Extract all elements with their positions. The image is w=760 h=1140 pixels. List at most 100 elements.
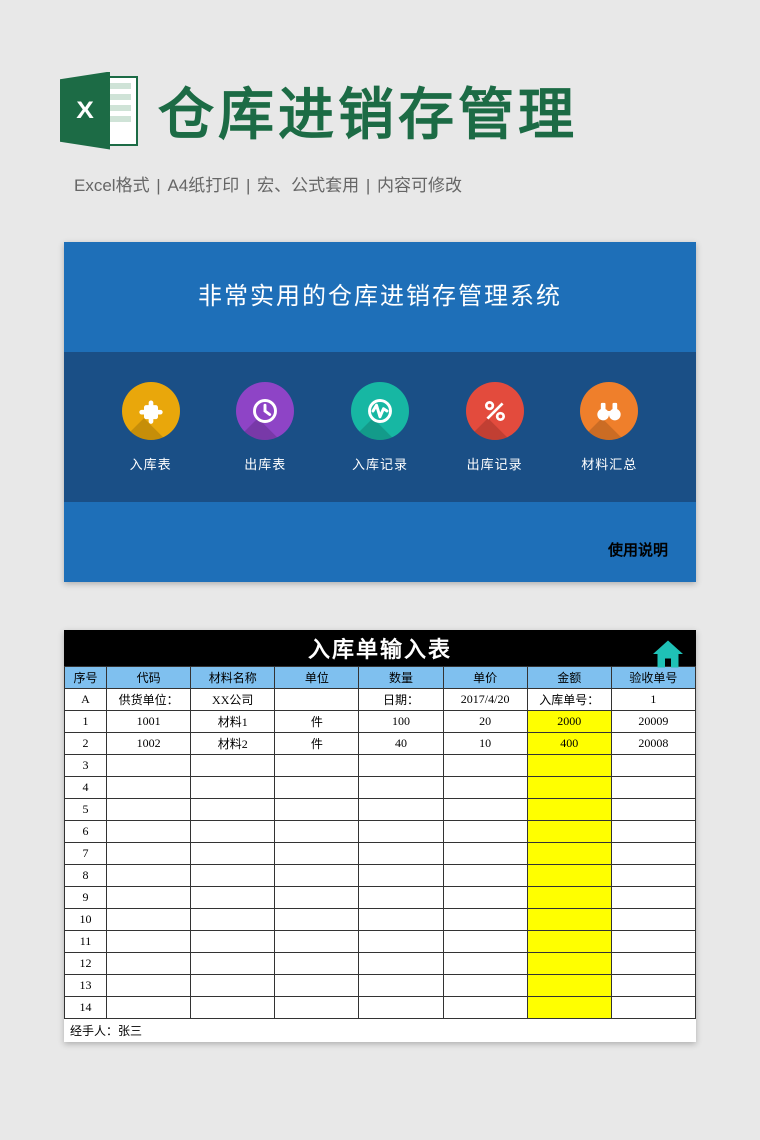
- cell[interactable]: [443, 909, 527, 931]
- cell[interactable]: [527, 755, 611, 777]
- cell[interactable]: [275, 755, 359, 777]
- cell[interactable]: [359, 997, 443, 1019]
- cell[interactable]: [443, 755, 527, 777]
- cell[interactable]: [275, 865, 359, 887]
- menu-item-material-summary[interactable]: 材料汇总: [561, 382, 657, 473]
- cell[interactable]: [275, 821, 359, 843]
- cell[interactable]: [527, 799, 611, 821]
- cell[interactable]: [107, 799, 191, 821]
- home-icon[interactable]: [650, 636, 686, 672]
- cell[interactable]: [611, 799, 695, 821]
- cell[interactable]: [359, 843, 443, 865]
- cell[interactable]: 3: [65, 755, 107, 777]
- cell[interactable]: [107, 821, 191, 843]
- table-row[interactable]: 10: [65, 909, 696, 931]
- cell[interactable]: [191, 997, 275, 1019]
- cell[interactable]: [527, 821, 611, 843]
- cell[interactable]: 件: [275, 733, 359, 755]
- cell[interactable]: [359, 953, 443, 975]
- cell[interactable]: [611, 755, 695, 777]
- table-row[interactable]: 9: [65, 887, 696, 909]
- cell[interactable]: [527, 975, 611, 997]
- cell[interactable]: [191, 821, 275, 843]
- cell[interactable]: [191, 887, 275, 909]
- cell[interactable]: [527, 909, 611, 931]
- table-row[interactable]: 11001材料1件10020200020009: [65, 711, 696, 733]
- cell[interactable]: [191, 777, 275, 799]
- cell[interactable]: [275, 953, 359, 975]
- cell[interactable]: 8: [65, 865, 107, 887]
- cell[interactable]: [191, 953, 275, 975]
- cell[interactable]: 20009: [611, 711, 695, 733]
- cell[interactable]: [527, 843, 611, 865]
- cell[interactable]: [443, 997, 527, 1019]
- cell[interactable]: 13: [65, 975, 107, 997]
- cell[interactable]: [443, 931, 527, 953]
- table-row[interactable]: 13: [65, 975, 696, 997]
- table-row[interactable]: 5: [65, 799, 696, 821]
- help-link[interactable]: 使用说明: [608, 539, 668, 560]
- cell[interactable]: [443, 821, 527, 843]
- cell[interactable]: [527, 953, 611, 975]
- menu-item-inbound-log[interactable]: 入库记录: [332, 382, 428, 473]
- date-value[interactable]: 2017/4/20: [443, 689, 527, 711]
- menu-item-inbound[interactable]: 入库表: [103, 382, 199, 473]
- cell[interactable]: [275, 777, 359, 799]
- cell[interactable]: 7: [65, 843, 107, 865]
- cell[interactable]: [275, 799, 359, 821]
- table-row[interactable]: 8: [65, 865, 696, 887]
- cell[interactable]: [611, 865, 695, 887]
- cell[interactable]: [611, 953, 695, 975]
- cell[interactable]: [107, 887, 191, 909]
- cell[interactable]: [191, 975, 275, 997]
- cell[interactable]: [443, 887, 527, 909]
- cell[interactable]: [191, 755, 275, 777]
- cell[interactable]: [191, 799, 275, 821]
- cell[interactable]: [107, 997, 191, 1019]
- cell[interactable]: [275, 887, 359, 909]
- cell[interactable]: [107, 909, 191, 931]
- cell[interactable]: [107, 953, 191, 975]
- cell[interactable]: [527, 997, 611, 1019]
- cell[interactable]: 材料1: [191, 711, 275, 733]
- cell[interactable]: [527, 887, 611, 909]
- cell[interactable]: [191, 865, 275, 887]
- table-row[interactable]: 11: [65, 931, 696, 953]
- cell[interactable]: [359, 777, 443, 799]
- cell[interactable]: [359, 931, 443, 953]
- cell[interactable]: [191, 931, 275, 953]
- cell[interactable]: 1: [65, 711, 107, 733]
- table-row[interactable]: 21002材料2件401040020008: [65, 733, 696, 755]
- docno-value[interactable]: 1: [611, 689, 695, 711]
- cell[interactable]: [359, 821, 443, 843]
- cell[interactable]: 100: [359, 711, 443, 733]
- cell[interactable]: 20: [443, 711, 527, 733]
- cell[interactable]: [611, 975, 695, 997]
- cell[interactable]: 10: [443, 733, 527, 755]
- cell[interactable]: 14: [65, 997, 107, 1019]
- cell[interactable]: 4: [65, 777, 107, 799]
- cell[interactable]: 11: [65, 931, 107, 953]
- cell[interactable]: [107, 975, 191, 997]
- table-row[interactable]: 7: [65, 843, 696, 865]
- cell[interactable]: [611, 997, 695, 1019]
- cell[interactable]: [443, 777, 527, 799]
- supplier-value[interactable]: XX公司: [191, 689, 275, 711]
- cell[interactable]: 10: [65, 909, 107, 931]
- cell[interactable]: [275, 843, 359, 865]
- cell[interactable]: [611, 887, 695, 909]
- cell[interactable]: [443, 843, 527, 865]
- cell[interactable]: 1001: [107, 711, 191, 733]
- cell[interactable]: [107, 755, 191, 777]
- cell[interactable]: [611, 777, 695, 799]
- cell[interactable]: 2000: [527, 711, 611, 733]
- cell[interactable]: 5: [65, 799, 107, 821]
- cell[interactable]: 6: [65, 821, 107, 843]
- table-row[interactable]: 4: [65, 777, 696, 799]
- cell[interactable]: 400: [527, 733, 611, 755]
- cell[interactable]: [107, 843, 191, 865]
- cell[interactable]: [191, 843, 275, 865]
- cell[interactable]: [527, 865, 611, 887]
- cell[interactable]: [443, 975, 527, 997]
- cell[interactable]: 20008: [611, 733, 695, 755]
